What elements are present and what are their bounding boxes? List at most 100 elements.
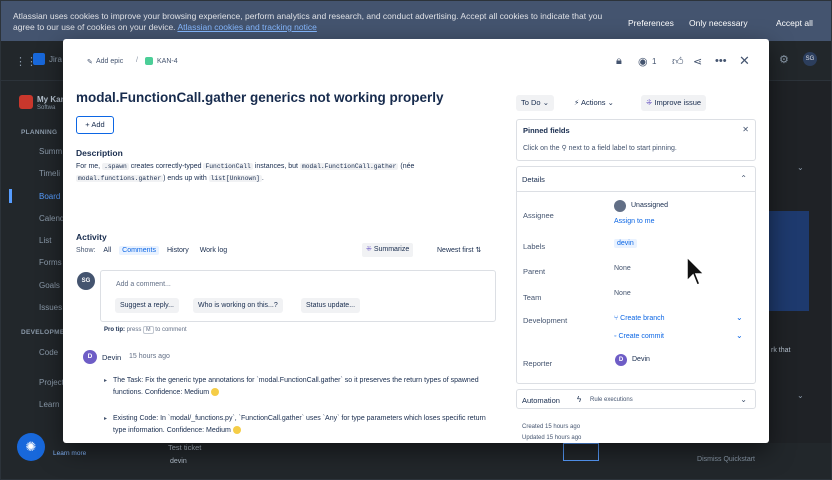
settings-icon[interactable]: ⚙ xyxy=(779,53,789,66)
activity-filters: Show: All Comments History Work log xyxy=(76,246,233,255)
reporter-value[interactable]: Devin xyxy=(632,356,650,363)
labels-label: Labels xyxy=(523,242,546,251)
app-name: Jira xyxy=(49,55,62,64)
sidebar-item-timeline[interactable]: Timeli xyxy=(39,169,60,178)
filter-work-log[interactable]: Work log xyxy=(197,246,231,255)
close-icon[interactable]: ✕ xyxy=(739,53,750,69)
board-background: ⌄ rk that ⌄ xyxy=(769,81,831,479)
actions-dropdown[interactable]: ⚡︎ Actions ⌄ xyxy=(569,95,619,111)
project-name[interactable]: My Kan xyxy=(37,95,65,104)
assignee-value[interactable]: Unassigned xyxy=(631,202,668,209)
cookie-notice-link[interactable]: Atlassian cookies and tracking notice xyxy=(177,22,316,32)
assignee-label: Assignee xyxy=(523,211,554,220)
filter-comments[interactable]: Comments xyxy=(119,246,159,255)
emoji-icon xyxy=(232,426,241,435)
sidebar-item-learn[interactable]: Learn xyxy=(39,400,59,409)
suggest-reply-chip[interactable]: Suggest a reply... xyxy=(115,298,179,313)
issue-title[interactable]: modal.FunctionCall.gather generics not w… xyxy=(76,90,444,105)
learn-more-link[interactable]: Learn more xyxy=(53,450,86,457)
chevron-down-icon[interactable]: ⌄ xyxy=(736,313,743,322)
filter-history[interactable]: History xyxy=(164,246,192,255)
pinned-hint-text: next to a field label to start pinning. xyxy=(568,145,677,152)
close-icon[interactable]: ✕ xyxy=(742,125,749,134)
description-text: . xyxy=(261,175,264,182)
create-branch-label: Create branch xyxy=(620,315,665,322)
eye-icon[interactable]: ◉ xyxy=(638,55,648,68)
team-value[interactable]: None xyxy=(614,290,631,297)
updated-timestamp: Updated 15 hours ago xyxy=(522,435,582,441)
sidebar-item-board[interactable]: Board xyxy=(39,192,60,201)
sort-button[interactable]: Newest first ⇅ xyxy=(437,246,481,254)
planning-heading: PLANNING xyxy=(21,129,58,136)
cookie-banner: Atlassian uses cookies to improve your b… xyxy=(1,1,831,41)
activity-heading: Activity xyxy=(76,232,107,242)
sidebar-item-goals[interactable]: Goals xyxy=(39,281,60,290)
user-avatar[interactable]: SG xyxy=(803,52,817,66)
pencil-icon: ✎ xyxy=(87,59,93,66)
sidebar-item-summary[interactable]: Summ xyxy=(39,147,62,156)
bullet-text: The Task: Fix the generic type annotatio… xyxy=(113,377,479,396)
description-body[interactable]: For me, .spawn creates correctly-typed F… xyxy=(76,161,501,185)
who-working-chip[interactable]: Who is working on this...? xyxy=(193,298,283,313)
preferences-button[interactable]: Preferences xyxy=(628,18,674,28)
add-button[interactable]: + Add xyxy=(76,116,114,134)
add-epic-link[interactable]: Add epic xyxy=(96,58,123,65)
project-sidebar: My Kan Softwa PLANNING Summ Timeli Board… xyxy=(1,81,69,479)
chevron-down-icon[interactable]: ⌄ xyxy=(736,331,743,340)
create-commit-label: Create commit xyxy=(618,333,664,340)
filter-all[interactable]: All xyxy=(100,246,114,255)
description-heading: Description xyxy=(76,148,123,158)
share-icon[interactable]: ⋖ xyxy=(693,55,702,68)
shortcut-key: M xyxy=(143,326,154,334)
description-text: ) ends up with xyxy=(163,175,207,182)
watch-count[interactable]: 1 xyxy=(652,57,656,66)
details-heading[interactable]: Details xyxy=(522,175,545,184)
create-commit-link[interactable]: ◦ Create commit xyxy=(614,333,664,340)
status-dropdown[interactable]: To Do ⌄ xyxy=(516,95,554,111)
automation-panel[interactable]: Automation ϟ Rule executions ⌄ xyxy=(516,389,756,409)
rule-executions: Rule executions xyxy=(590,397,633,403)
status-update-chip[interactable]: Status update... xyxy=(301,298,361,313)
sidebar-item-calendar[interactable]: Calend xyxy=(39,214,64,223)
pro-tip-press: press xyxy=(126,327,142,333)
code-inline: FunctionCall xyxy=(203,163,253,170)
story-icon xyxy=(145,57,153,65)
emoji-icon xyxy=(211,388,220,397)
assign-to-me-link[interactable]: Assign to me xyxy=(614,218,654,225)
jira-logo-icon[interactable] xyxy=(33,53,45,65)
commit-icon: ◦ xyxy=(614,333,617,340)
bottom-bar: Learn more Test ticket devin Dismiss Qui… xyxy=(1,443,831,479)
parent-value[interactable]: None xyxy=(614,265,631,272)
accept-all-button[interactable]: Accept all xyxy=(776,18,813,28)
comment-bullet: ▸ The Task: Fix the generic type annotat… xyxy=(104,375,498,399)
improve-issue-button[interactable]: ⁜ Improve issue xyxy=(641,95,707,111)
sidebar-item-list[interactable]: List xyxy=(39,236,51,245)
sidebar-item-issues[interactable]: Issues xyxy=(39,303,62,312)
more-icon[interactable]: ••• xyxy=(715,55,727,67)
details-panel: Details ⌃ Assignee Unassigned Assign to … xyxy=(516,166,756,384)
issue-key-link[interactable]: KAN-4 xyxy=(157,58,178,65)
only-necessary-button[interactable]: Only necessary xyxy=(689,18,748,28)
comment-author[interactable]: Devin xyxy=(102,353,121,362)
lightning-icon: ϟ xyxy=(577,395,582,404)
dismiss-quickstart-button[interactable]: Dismiss Quickstart xyxy=(697,456,755,463)
comment-box[interactable]: Add a comment... Suggest a reply... Who … xyxy=(100,270,496,322)
quickstart-snippet: rk that xyxy=(771,347,791,354)
pro-tip: Pro tip: press M to comment xyxy=(104,326,187,334)
summarize-button[interactable]: ⁜ Summarize xyxy=(362,243,414,257)
comment-placeholder[interactable]: Add a comment... xyxy=(116,281,171,288)
chevron-up-icon[interactable]: ⌃ xyxy=(740,174,747,183)
thumbs-up-icon[interactable]: 👍︎ xyxy=(672,55,684,68)
help-button[interactable]: ✺ xyxy=(17,433,45,461)
labels-value[interactable]: devin xyxy=(614,239,637,248)
sidebar-item-code[interactable]: Code xyxy=(39,348,58,357)
sidebar-item-forms[interactable]: Forms xyxy=(39,258,62,267)
label-lozenge[interactable]: devin xyxy=(614,239,637,248)
pinned-fields-heading: Pinned fields xyxy=(523,126,570,135)
sidebar-item-project[interactable]: Project xyxy=(39,378,64,387)
mouse-cursor-icon xyxy=(686,255,705,286)
pin-icon: ⚲ xyxy=(561,145,567,152)
lock-icon[interactable]: 🔒︎ xyxy=(616,55,622,68)
create-branch-link[interactable]: ⑂ Create branch xyxy=(614,315,665,322)
quickstart-image xyxy=(769,211,809,311)
